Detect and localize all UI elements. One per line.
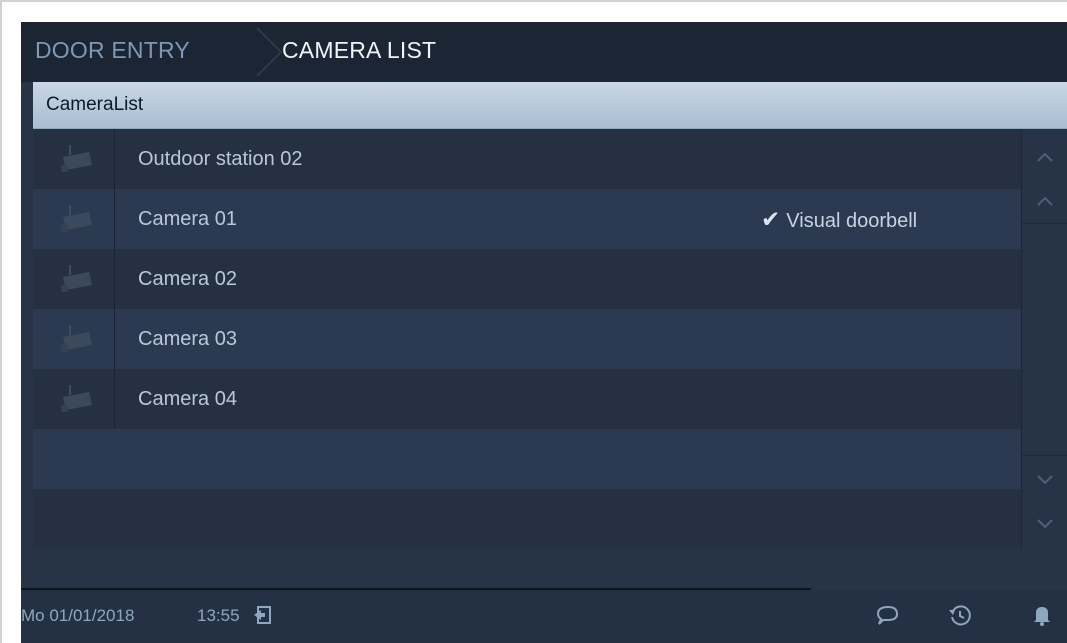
row-icon-cell (33, 249, 115, 309)
list-title: CameraList (46, 94, 144, 115)
scroll-divider (1022, 223, 1067, 224)
empty-row (33, 429, 1021, 489)
cctv-camera-icon (61, 385, 92, 412)
camera-name: Outdoor station 02 (138, 148, 303, 170)
camera-list: Outdoor station 02 Camera 01 ✔ Visual doo… (33, 129, 1021, 549)
row-icon-cell (33, 309, 115, 369)
camera-name: Camera 04 (138, 388, 237, 410)
page-down-icon[interactable] (1022, 503, 1067, 543)
header-bar: DOOR ENTRY CAMERA LIST (21, 22, 1067, 82)
empty-row (33, 489, 1021, 549)
visual-doorbell-label: Visual doorbell (786, 210, 918, 232)
message-icon[interactable] (874, 602, 900, 628)
status-bar: Mo 01/01/2018 13:55 (21, 590, 1067, 643)
camera-name: Camera 02 (138, 268, 237, 290)
page-up-icon[interactable] (1022, 137, 1067, 177)
list-item-camera-02[interactable]: Camera 02 (33, 249, 1021, 309)
camera-name: Camera 01 (138, 208, 237, 230)
history-icon[interactable] (947, 602, 973, 628)
camera-name: Camera 03 (138, 328, 237, 350)
scroll-divider (1022, 455, 1067, 456)
exit-icon[interactable] (251, 602, 277, 628)
breadcrumb-camera-list: CAMERA LIST (282, 37, 437, 63)
row-icon-cell (33, 369, 115, 429)
list-item-outdoor-station-02[interactable]: Outdoor station 02 (33, 129, 1021, 189)
list-item-camera-04[interactable]: Camera 04 (33, 369, 1021, 429)
cctv-camera-icon (61, 325, 92, 352)
row-icon-cell (33, 189, 115, 249)
screen: DOOR ENTRY CAMERA LIST CameraList Outdoo… (21, 22, 1067, 643)
list-item-camera-01[interactable]: Camera 01 ✔ Visual doorbell (33, 189, 1021, 249)
bell-icon[interactable] (1029, 602, 1055, 628)
row-icon-cell (33, 129, 115, 189)
cctv-camera-icon (61, 205, 92, 232)
scroll-down-icon[interactable] (1022, 459, 1067, 499)
list-title-bar: CameraList (33, 82, 1067, 129)
status-date: Mo 01/01/2018 (21, 606, 135, 625)
cctv-camera-icon (61, 265, 92, 292)
cctv-camera-icon (61, 145, 92, 172)
checkmark-icon: ✔ (761, 206, 781, 232)
scrollbar[interactable] (1021, 129, 1067, 549)
visual-doorbell-tag: ✔ Visual doorbell (761, 206, 917, 233)
list-item-camera-03[interactable]: Camera 03 (33, 309, 1021, 369)
status-time: 13:55 (197, 606, 240, 625)
breadcrumb-door-entry[interactable]: DOOR ENTRY (35, 37, 190, 64)
scroll-up-icon[interactable] (1022, 181, 1067, 221)
